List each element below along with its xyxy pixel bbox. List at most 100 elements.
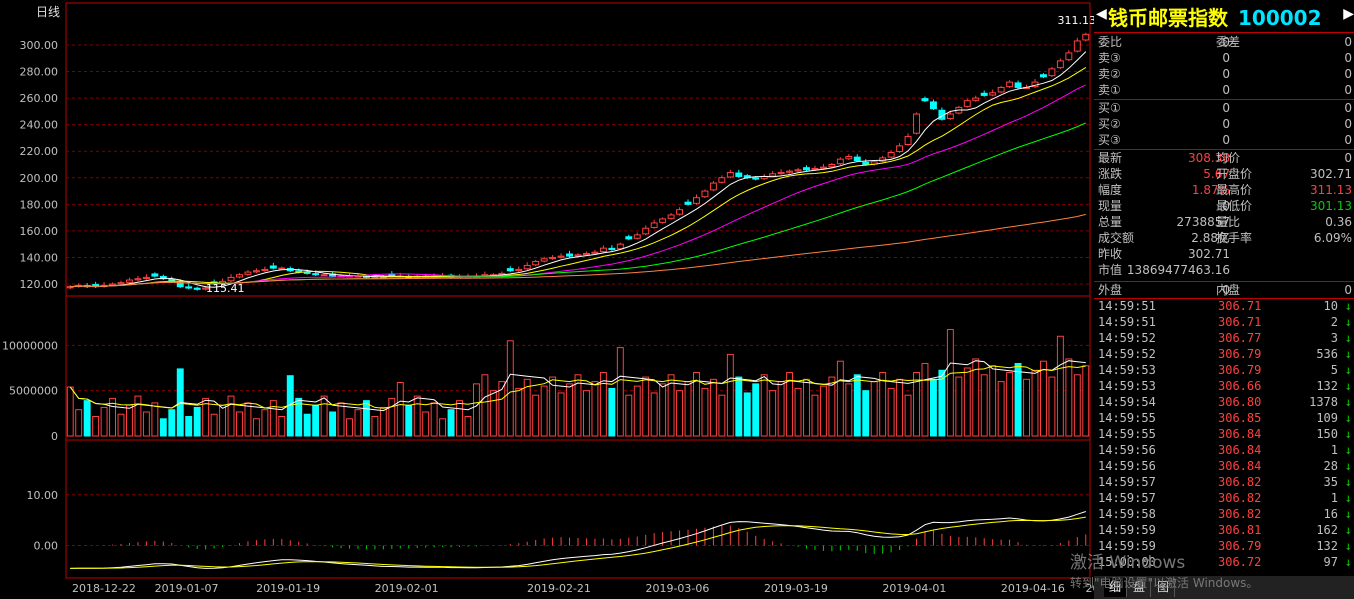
down-arrow-icon: ↓ — [1344, 491, 1352, 505]
volume-bar — [819, 385, 827, 437]
tick-row: 14:59:51 306.71 10 ↓ — [1098, 298, 1354, 314]
quote-label: 成交额 — [1098, 231, 1135, 245]
volume-bar — [862, 390, 870, 437]
quote-value-2: 311.13 — [1310, 183, 1352, 197]
tick-row: 14:59:52 306.77 3 ↓ — [1098, 330, 1354, 346]
quote-row: 昨收 302.71 — [1098, 246, 1352, 262]
tick-price: 306.80 — [1218, 395, 1262, 409]
tick-row: 14:59:56 306.84 1 ↓ — [1098, 442, 1354, 458]
tick-time: 14:59:53 — [1098, 379, 1156, 393]
volume-bar — [371, 416, 379, 437]
candle — [718, 177, 726, 183]
candle — [574, 254, 582, 257]
volume-bar — [642, 376, 650, 437]
quote-label-2: 均价 — [1216, 151, 1241, 165]
volume-bar — [447, 409, 455, 437]
candle — [709, 182, 717, 191]
kline-chart[interactable]: 日线 300.00 280.00 260.00 240.00 220.00 200.00 18… — [0, 0, 1094, 599]
volume-bar — [278, 416, 286, 437]
quote-value: 0 — [1222, 133, 1230, 147]
price-tick-label: 280.00 — [20, 66, 59, 79]
candle — [701, 190, 709, 198]
candle — [887, 152, 895, 158]
volume-bar — [836, 360, 844, 437]
quote-row: 卖③ 0 0 — [1098, 50, 1352, 66]
volume-bar — [227, 395, 235, 437]
quote-value-2: 0 — [1344, 133, 1352, 147]
panel-divider — [1094, 99, 1354, 100]
volume-bar — [989, 365, 997, 437]
next-arrow-icon[interactable]: ▶ — [1343, 6, 1354, 22]
tick-volume: 35 — [1323, 475, 1338, 489]
prev-arrow-icon[interactable]: ◀ — [1096, 6, 1107, 22]
tick-volume: 16 — [1323, 507, 1338, 521]
instrument-title: ◀ 钱币邮票指数 100002 ▶ — [1096, 2, 1354, 30]
price-tick-label: 180.00 — [20, 198, 59, 211]
volume-bar — [980, 374, 988, 437]
volume-bar — [506, 340, 514, 437]
candle — [566, 253, 573, 257]
down-arrow-icon: ↓ — [1344, 299, 1352, 313]
quote-value-2: 6.09% — [1313, 231, 1352, 245]
quote-label-2: 量比 — [1216, 215, 1241, 229]
quote-row: 成交额 2.88亿 换手率 6.09% — [1098, 230, 1352, 246]
down-arrow-icon: ↓ — [1344, 539, 1352, 553]
volume-bar — [566, 383, 573, 437]
candle — [1006, 81, 1014, 88]
tick-price: 306.82 — [1218, 475, 1262, 489]
price-tick-label: 300.00 — [20, 39, 59, 52]
volume-bar — [709, 378, 717, 437]
candle — [126, 279, 133, 283]
candle — [997, 86, 1005, 93]
date-label: 2019-02-01 — [375, 582, 439, 595]
price-tick-label: 200.00 — [20, 172, 59, 185]
panel-divider — [1094, 281, 1354, 282]
volume-bar — [439, 418, 447, 437]
candle — [836, 158, 844, 165]
volume-bar — [269, 400, 277, 437]
tick-volume: 150 — [1316, 427, 1338, 441]
volume-bar — [1048, 376, 1056, 437]
volume-bar — [955, 376, 963, 437]
quote-row: 现量 0 最低价 301.13 — [1098, 198, 1352, 214]
volume-bar — [853, 374, 861, 437]
candle — [591, 251, 599, 254]
candle — [549, 256, 557, 260]
candle — [1014, 82, 1022, 88]
volume-bar — [405, 404, 413, 437]
volume-bar — [904, 394, 912, 437]
volume-bar — [929, 378, 937, 437]
volume-bar — [159, 418, 167, 437]
volume-bar — [726, 353, 734, 437]
quote-value: 0 — [1222, 83, 1230, 97]
quote-label: 市值 — [1098, 263, 1123, 277]
candle — [650, 222, 658, 228]
volume-bar — [870, 381, 878, 437]
tick-volume: 132 — [1316, 379, 1338, 393]
down-arrow-icon: ↓ — [1344, 523, 1352, 537]
volume-bar — [320, 395, 328, 437]
tick-volume: 3 — [1330, 331, 1338, 345]
tick-row: 14:59:57 306.82 35 ↓ — [1098, 474, 1354, 490]
tick-time: 14:59:57 — [1098, 491, 1156, 505]
volume-bar — [997, 381, 1005, 437]
candle — [269, 265, 277, 269]
candle — [320, 274, 328, 277]
tick-volume: 97 — [1323, 555, 1338, 569]
candle — [642, 227, 650, 235]
quote-value-2: 0.36 — [1325, 215, 1352, 229]
volume-bar — [261, 409, 269, 437]
volume-bar — [938, 369, 946, 437]
candle — [693, 197, 700, 204]
volume-bar — [464, 416, 472, 437]
volume-bar — [329, 411, 337, 437]
tick-time: 14:59:52 — [1098, 347, 1156, 361]
tick-price: 306.79 — [1218, 539, 1262, 553]
candle — [608, 247, 616, 250]
candle — [134, 278, 142, 281]
down-arrow-icon: ↓ — [1344, 555, 1352, 569]
tick-volume: 132 — [1316, 539, 1338, 553]
date-label: 2019-04-16 — [1001, 582, 1065, 595]
volume-bar — [244, 402, 252, 437]
tick-price: 306.71 — [1218, 315, 1262, 329]
